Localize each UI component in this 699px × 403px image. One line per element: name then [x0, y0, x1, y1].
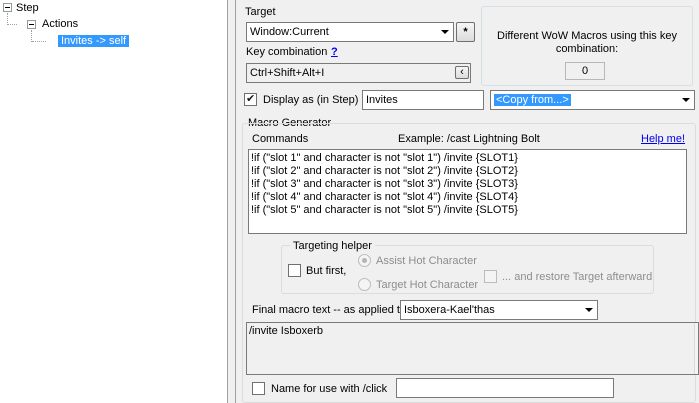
targeting-helper-label: Targeting helper [290, 239, 375, 253]
collapse-step-icon[interactable] [3, 3, 12, 12]
help-me-link[interactable]: Help me! [641, 132, 685, 146]
chevron-down-icon [439, 23, 451, 41]
collapse-actions-icon[interactable] [27, 20, 36, 29]
key-combination-value: Ctrl+Shift+Alt+I [250, 67, 325, 79]
target-window-dropdown[interactable]: Window:Current [246, 22, 454, 42]
command-line: !if ("slot 5" and character is not "slot… [251, 204, 518, 216]
final-macro-label: Final macro text -- as applied to [252, 304, 407, 316]
restore-target-checkbox[interactable] [484, 270, 497, 283]
tree-node-actions[interactable]: Actions [42, 16, 78, 32]
click-name-input[interactable] [396, 378, 614, 398]
commands-textarea[interactable]: !if ("slot 1" and character is not "slot… [248, 149, 687, 234]
chevron-down-icon [583, 301, 595, 319]
display-as-label: Display as (in Step) [263, 94, 359, 106]
final-macro-text: /invite Isboxerb [249, 325, 323, 337]
command-line: !if ("slot 1" and character is not "slot… [251, 152, 518, 164]
command-line: !if ("slot 4" and character is not "slot… [251, 191, 518, 203]
copy-from-value: <Copy from...> [494, 94, 571, 106]
target-group-label: Target [245, 6, 276, 18]
command-line: !if ("slot 2" and character is not "slot… [251, 165, 518, 177]
commands-label: Commands [252, 133, 309, 145]
target-hot-label: Target Hot Character [376, 279, 479, 291]
tree-node-actions-label: Actions [42, 18, 79, 30]
target-window-value: Window:Current [250, 26, 329, 38]
star-button-label: * [463, 26, 468, 38]
wow-macros-count: 0 [565, 62, 605, 80]
wow-macros-box: Different WoW Macros using this key comb… [481, 6, 693, 86]
tree-node-step[interactable]: Step [16, 0, 39, 16]
command-line: !if ("slot 3" and character is not "slot… [251, 178, 518, 190]
restore-target-label: ... and restore Target afterward [502, 271, 653, 283]
key-combination-field[interactable]: Ctrl+Shift+Alt+I [246, 63, 471, 83]
step-tree[interactable]: Step Actions Invites -> self [0, 0, 227, 403]
but-first-label: But first, [306, 265, 347, 277]
click-name-label: Name for use with /click [271, 383, 388, 395]
key-combination-clear-button[interactable]: ‹ [455, 66, 469, 79]
display-as-checkbox[interactable] [244, 92, 257, 106]
target-star-button[interactable]: * [456, 22, 475, 42]
panel-splitter[interactable] [227, 0, 236, 403]
tree-line [8, 24, 17, 25]
tree-node-step-label: Step [16, 2, 39, 14]
final-macro-textarea[interactable]: /invite Isboxerb [246, 322, 699, 375]
assist-hot-radio[interactable] [358, 254, 371, 267]
tree-node-invites-self-label: Invites -> self [58, 35, 130, 47]
click-name-checkbox[interactable] [252, 382, 265, 395]
clear-icon: ‹ [460, 66, 464, 78]
key-combination-label: Key combination [246, 46, 328, 58]
assist-hot-label: Assist Hot Character [376, 255, 477, 267]
tree-node-invites-self[interactable]: Invites -> self [58, 33, 130, 49]
but-first-checkbox[interactable] [288, 264, 301, 277]
character-value: Isboxera-Kael'thas [404, 304, 495, 316]
tree-line [32, 41, 46, 42]
display-as-value: Invites [366, 94, 398, 106]
example-label: Example: /cast Lightning Bolt [398, 133, 540, 145]
display-as-input[interactable]: Invites [362, 90, 484, 110]
final-macro-scrollbar[interactable] [694, 323, 698, 374]
action-editor-panel: Target Window:Current * Key combination … [236, 0, 699, 403]
wow-macros-label: Different WoW Macros using this key comb… [497, 30, 677, 55]
target-hot-radio[interactable] [358, 278, 371, 291]
chevron-down-icon [680, 91, 692, 109]
key-combination-help-link[interactable]: ? [331, 45, 338, 59]
character-dropdown[interactable]: Isboxera-Kael'thas [400, 300, 598, 320]
copy-from-dropdown[interactable]: <Copy from...> [490, 90, 695, 110]
